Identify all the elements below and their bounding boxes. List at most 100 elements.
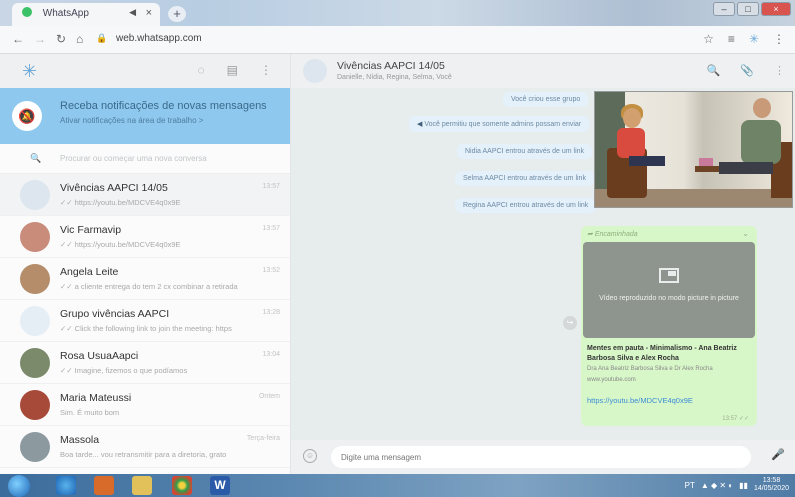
avatar[interactable] [20,180,50,210]
pip-status-text: Vídeo reproduzido no modo picture in pic… [599,295,739,302]
system-message: Você criou esse grupo [503,92,589,107]
forwarded-message-bubble[interactable]: ➦ Encaminhada ⌄ Vídeo reproduzido no mod… [581,226,757,426]
chat-sidebar: ✳ ◌ ▤ ⋮ 🔕 Receba notificações de novas m… [0,54,291,474]
language-indicator[interactable]: PT [685,481,695,490]
tab-close-button[interactable]: × [146,7,152,19]
chat-list-item[interactable]: Maria Mateussi Sim. É muito bom Ontem [0,384,290,426]
clock[interactable]: 13:58 14/05/2020 [754,477,789,493]
ie-icon[interactable] [56,476,76,495]
chat-last-message: ✓✓ Click the following link to join the … [60,324,232,333]
link-preview-site: www.youtube.com [587,377,636,383]
chevron-down-icon[interactable]: ⌄ [742,229,749,238]
start-button[interactable] [8,475,30,497]
url-text: web.whatsapp.com [116,33,202,44]
chat-time: 13:57 [262,225,280,232]
browser-menu-icon[interactable]: ⋮ [773,32,785,46]
chat-list-item[interactable]: Vivências AAPCI 14/05 ✓✓ https://youtu.be… [0,174,290,216]
signal-icon[interactable]: ▮▮ [739,481,748,490]
chat-name: Rosa UsuaAapci [60,350,139,362]
url-field[interactable]: 🔒 web.whatsapp.com [96,33,202,44]
folder-icon[interactable] [132,476,152,495]
close-window-button[interactable]: × [761,2,791,16]
link-preview-title: Mentes em pauta - Minimalismo - Ana Beat… [587,345,737,362]
bookmark-star-icon[interactable]: ☆ [703,32,714,46]
attach-icon[interactable]: 📎 [740,64,754,77]
browser-tab-strip: WhatsApp ◀ × + – □ × [0,0,795,26]
chat-last-message: ✓✓ https://youtu.be/MDCVE4q0x9E [60,198,181,207]
chat-time: Terça-feira [246,435,280,442]
search-icon[interactable]: 🔍 [707,64,721,77]
chat-list-item[interactable]: Grupo vivências AAPCI ✓✓ Click the follow… [0,300,290,342]
message-input[interactable] [331,446,751,468]
chat-name: Vivências AAPCI 14/05 [60,182,168,194]
windows-taskbar: W PT ▲ ◆ ✕ ◐ ▮▮ 13:58 14/05/2020 [0,474,795,497]
bell-off-icon: 🔕 [12,101,42,131]
status-icon[interactable]: ◌ [198,63,205,77]
whatsapp-favicon-icon [22,7,32,17]
tray-icons[interactable]: ▲ ◆ ✕ ◐ [701,481,733,490]
forward-arrow-icon[interactable]: → [34,32,46,46]
browser-tab-whatsapp[interactable]: WhatsApp ◀ × [12,3,160,26]
group-avatar[interactable] [303,59,327,83]
forward-arrow-icon: ➦ [587,231,595,238]
minimize-button[interactable]: – [713,2,735,16]
emoji-icon[interactable]: ☺ [303,449,317,463]
home-icon[interactable]: ⌂ [76,32,83,46]
mic-icon[interactable]: 🎤 [771,448,785,461]
tab-title: WhatsApp [42,8,89,19]
avatar[interactable] [20,222,50,252]
new-chat-icon[interactable]: ▤ [227,63,238,77]
chat-list-item[interactable]: Massola Boa tarde... vou retransmitir par… [0,426,290,468]
search-bar[interactable]: 🔍 Procurar ou começar uma nova conversa [0,144,290,174]
chat-name: Maria Mateussi [60,392,132,404]
link-preview-description: Dra Ana Beatriz Barbosa Silva e Dr Alex … [587,366,713,372]
picture-in-picture-window[interactable] [594,91,793,208]
chat-last-message: Boa tarde... vou retransmitir para a dir… [60,450,227,459]
chat-list-item[interactable]: Vic Farmavip ✓✓ https://youtu.be/MDCVE4q0… [0,216,290,258]
forward-share-icon[interactable]: ↪ [563,316,577,330]
word-icon[interactable]: W [210,476,230,495]
notification-title: Receba notificações de novas mensagens [60,100,267,112]
reload-icon[interactable]: ↻ [56,32,66,46]
speaker-icon[interactable]: ◀ [129,7,136,18]
message-composer: ☺ 🎤 [291,440,795,474]
chat-list-item[interactable]: Angela Leite ✓✓ a cliente entrega do tem … [0,258,290,300]
search-icon: 🔍 [30,153,42,163]
system-tray: PT ▲ ◆ ✕ ◐ ▮▮ 13:58 14/05/2020 [685,477,789,493]
chat-last-message: ✓✓ https://youtu.be/MDCVE4q0x9E [60,240,181,249]
conversation-header[interactable]: Vivências AAPCI 14/05 Danielle, Nídia, R… [291,54,795,88]
media-player-icon[interactable] [94,476,114,495]
message-time: 13:57 ✓✓ [722,416,749,422]
profile-avatar-icon[interactable]: ✳ [22,61,37,82]
forwarded-label: ➦ Encaminhada [587,231,638,238]
reading-list-icon[interactable]: ≡ [728,32,735,46]
menu-icon[interactable]: ⋮ [260,63,272,77]
conversation-members: Danielle, Nídia, Regina, Selma, Você [337,74,452,81]
chat-list-item[interactable]: Rosa UsuaAapci ✓✓ Imagine, fizemos o que … [0,342,290,384]
avatar[interactable] [20,264,50,294]
video-thumbnail[interactable]: Vídeo reproduzido no modo picture in pic… [583,242,755,338]
notification-subtitle[interactable]: Ativar notificações na área de trabalho … [60,116,203,125]
chrome-icon[interactable] [172,476,192,495]
message-link[interactable]: https://youtu.be/MDCVE4q0x9E [587,396,693,405]
chat-last-message: ✓✓ a cliente entrega do tem 2 cx combina… [60,282,238,291]
avatar[interactable] [20,390,50,420]
address-bar: ← → ↻ ⌂ 🔒 web.whatsapp.com ☆ ≡ ✳ ⋮ [0,26,795,54]
search-input[interactable]: Procurar ou começar uma nova conversa [60,154,207,163]
avatar[interactable] [20,306,50,336]
chat-time: 13:28 [262,309,280,316]
back-arrow-icon[interactable]: ← [12,32,24,46]
chat-name: Massola [60,434,100,446]
notification-banner[interactable]: 🔕 Receba notificações de novas mensagens… [0,88,290,144]
new-tab-button[interactable]: + [168,6,186,22]
chat-name: Angela Leite [60,266,119,278]
avatar[interactable] [20,348,50,378]
avatar[interactable] [20,432,50,462]
maximize-button[interactable]: □ [737,2,759,16]
chat-name: Vic Farmavip [60,224,122,236]
menu-icon[interactable]: ⋮ [774,64,785,77]
extension-icon[interactable]: ✳ [749,32,759,46]
system-message: Selma AAPCI entrou através de um link [455,171,594,186]
window-controls: – □ × [713,2,791,20]
chat-last-message: Sim. É muito bom [60,408,120,417]
